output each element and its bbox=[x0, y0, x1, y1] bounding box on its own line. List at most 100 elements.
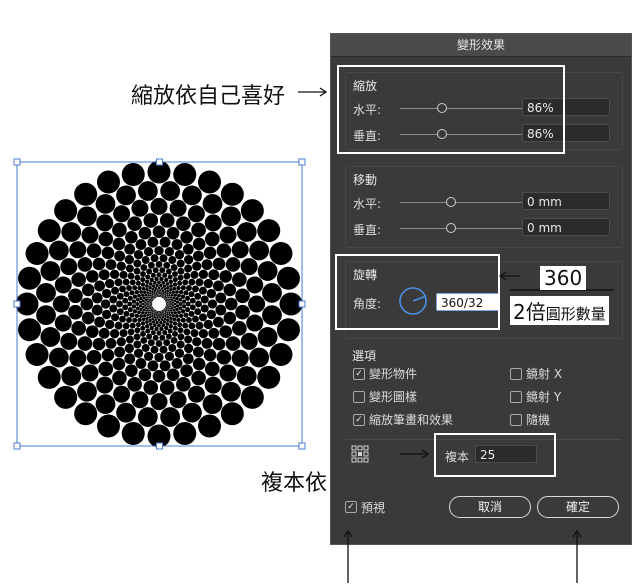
pattern-dot bbox=[150, 345, 159, 354]
move-vertical-track[interactable] bbox=[400, 228, 526, 229]
pattern-dot bbox=[173, 293, 178, 297]
pattern-dot bbox=[173, 305, 177, 309]
pattern-dot bbox=[155, 320, 159, 325]
pattern-dot bbox=[91, 304, 103, 316]
pattern-dot bbox=[182, 185, 202, 206]
move-horizontal-track[interactable] bbox=[400, 202, 526, 203]
pattern-dot bbox=[246, 276, 264, 294]
pattern-dot bbox=[175, 304, 180, 308]
pattern-dot bbox=[156, 330, 162, 336]
pattern-dot bbox=[153, 294, 156, 296]
pattern-dot bbox=[151, 305, 153, 307]
pattern-dot bbox=[77, 336, 93, 351]
pattern-dot bbox=[74, 182, 98, 206]
pattern-dot bbox=[101, 288, 112, 299]
random-label: 隨機 bbox=[526, 413, 551, 427]
pattern-dot bbox=[170, 264, 178, 271]
pattern-dot bbox=[192, 315, 199, 323]
pattern-dot bbox=[144, 301, 147, 304]
pattern-dot bbox=[37, 219, 61, 243]
pattern-dot bbox=[164, 312, 167, 315]
pattern-dot bbox=[186, 285, 192, 291]
pattern-dot bbox=[142, 296, 146, 300]
pattern-dot bbox=[112, 222, 127, 238]
transform-objects-checkbox[interactable]: ✓ bbox=[353, 368, 365, 380]
pattern-dot bbox=[246, 314, 264, 332]
move-horizontal-thumb[interactable] bbox=[446, 197, 456, 207]
pattern-dot bbox=[116, 261, 126, 271]
pattern-dot bbox=[159, 267, 166, 274]
pattern-dot bbox=[149, 303, 152, 305]
ok-button[interactable]: 確定 bbox=[537, 496, 619, 518]
pattern-dot bbox=[162, 312, 165, 314]
pattern-dot bbox=[169, 305, 172, 308]
pattern-dot bbox=[74, 402, 98, 426]
pattern-dot bbox=[172, 325, 178, 331]
pattern-dot bbox=[152, 308, 154, 310]
move-vertical-thumb[interactable] bbox=[446, 223, 456, 233]
pattern-dot bbox=[151, 317, 155, 321]
pattern-dot bbox=[95, 193, 116, 214]
pattern-dot bbox=[96, 414, 120, 438]
pattern-dot bbox=[164, 314, 167, 318]
pattern-dot bbox=[149, 307, 151, 310]
pattern-dot bbox=[169, 300, 172, 303]
pattern-dot bbox=[111, 286, 120, 295]
pattern-dot bbox=[129, 290, 135, 296]
pattern-dot bbox=[135, 306, 140, 311]
move-vertical-field[interactable]: 0 mm bbox=[522, 218, 610, 236]
pattern-dot bbox=[172, 317, 177, 322]
pattern-dot bbox=[192, 337, 202, 347]
dot-pattern bbox=[15, 160, 303, 448]
pattern-dot bbox=[159, 316, 162, 319]
pattern-dot bbox=[160, 314, 163, 317]
pattern-dot bbox=[127, 377, 142, 392]
random-checkbox[interactable] bbox=[510, 414, 522, 426]
pattern-dot bbox=[133, 348, 144, 358]
scale-strokes-checkbox[interactable]: ✓ bbox=[353, 414, 365, 426]
pattern-dot bbox=[182, 279, 189, 286]
pattern-dot bbox=[156, 289, 159, 292]
reflect-y-checkbox[interactable] bbox=[510, 391, 522, 403]
cancel-button[interactable]: 取消 bbox=[449, 496, 531, 518]
pattern-dot bbox=[235, 288, 250, 304]
pattern-dot bbox=[123, 291, 130, 298]
pattern-dot bbox=[213, 280, 224, 292]
pattern-dot bbox=[48, 347, 69, 368]
pattern-dot bbox=[154, 311, 157, 313]
reflect-x-checkbox[interactable] bbox=[510, 368, 522, 380]
pattern-dot bbox=[151, 314, 154, 318]
pattern-dot bbox=[135, 297, 140, 302]
pattern-dot bbox=[116, 308, 124, 316]
pattern-dot bbox=[159, 345, 168, 354]
pattern-dot bbox=[194, 292, 202, 300]
pattern-dot bbox=[180, 317, 186, 323]
pattern-dot bbox=[215, 292, 227, 304]
reference-point-icon[interactable] bbox=[351, 445, 369, 463]
pattern-dot bbox=[116, 402, 136, 423]
pattern-dot bbox=[216, 349, 232, 365]
pattern-dot bbox=[167, 298, 169, 301]
pattern-dot bbox=[166, 306, 168, 309]
pattern-dot bbox=[166, 301, 169, 304]
pattern-dot bbox=[157, 286, 161, 290]
pattern-dot bbox=[157, 310, 159, 313]
pattern-dot bbox=[156, 311, 159, 314]
pattern-dot bbox=[201, 337, 213, 349]
pattern-dot bbox=[148, 285, 152, 290]
pattern-dot bbox=[131, 299, 137, 304]
preview-checkbox[interactable]: ✓ bbox=[345, 501, 357, 513]
pattern-dot bbox=[171, 301, 174, 304]
move-horizontal-field[interactable]: 0 mm bbox=[522, 192, 610, 210]
pattern-dot bbox=[168, 302, 170, 304]
pattern-dot bbox=[172, 277, 178, 283]
pattern-dot bbox=[157, 293, 159, 295]
pattern-dot bbox=[145, 284, 149, 288]
pattern-dot bbox=[183, 272, 191, 280]
pattern-dot bbox=[137, 285, 142, 291]
pattern-dot bbox=[173, 421, 197, 445]
pattern-dot bbox=[231, 349, 249, 367]
pattern-dot bbox=[141, 256, 150, 265]
transform-patterns-checkbox[interactable] bbox=[353, 391, 365, 403]
pattern-dot bbox=[198, 286, 207, 295]
